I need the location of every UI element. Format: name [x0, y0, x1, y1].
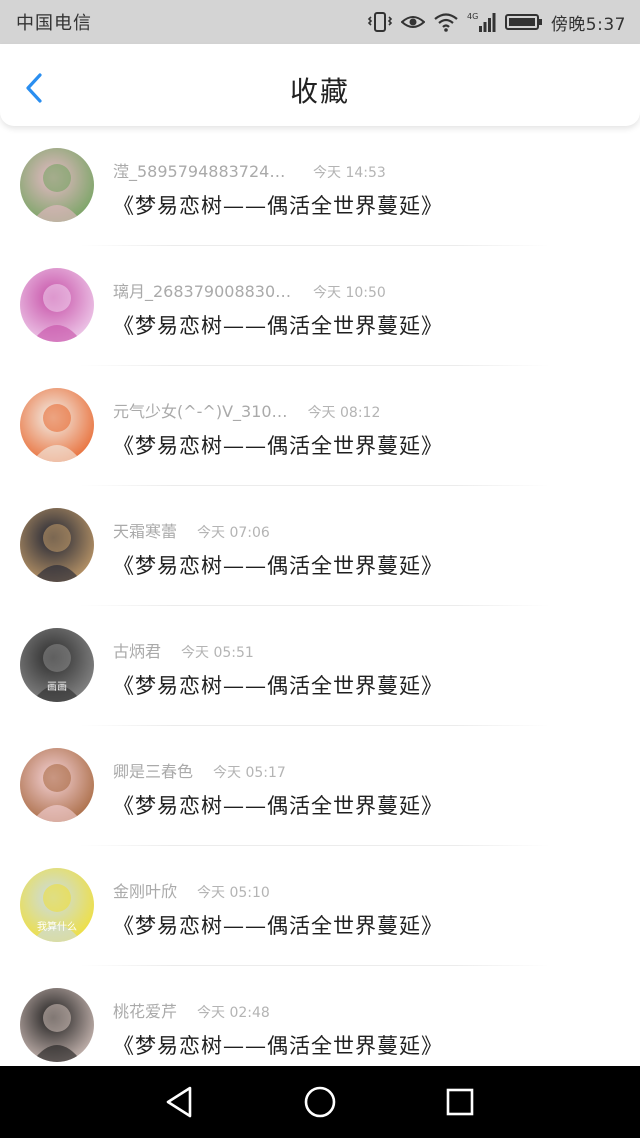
- page-title: 收藏: [289, 75, 350, 108]
- avatar-caption: 我算什么: [37, 920, 77, 933]
- username[interactable]: 古炳君: [113, 638, 161, 662]
- timestamp: 今天 05:51: [181, 645, 254, 661]
- favorite-item[interactable]: 画画 古炳君 今天 05:51 《梦易恋树——偶活全世界蔓延》: [0, 606, 640, 726]
- timestamp: 今天 10:50: [313, 285, 386, 301]
- timestamp: 今天 14:53: [313, 165, 386, 181]
- item-meta: 古炳君 今天 05:51: [113, 638, 254, 662]
- system-nav-bar: [0, 1066, 640, 1138]
- favorite-item[interactable]: 卿是三春色 今天 05:17 《梦易恋树——偶活全世界蔓延》: [0, 726, 640, 846]
- username[interactable]: 卿是三春色: [113, 758, 193, 782]
- favorite-title[interactable]: 《梦易恋树——偶活全世界蔓延》: [113, 790, 443, 820]
- favorite-item[interactable]: 滢_5895794883724999​56 今天 14:53 《梦易恋树——偶活全世…: [0, 126, 640, 246]
- recent-square-icon: [446, 1088, 474, 1116]
- username[interactable]: 璃月_26837900883090626: [113, 278, 293, 302]
- carrier-label: 中国电信: [16, 13, 92, 34]
- timestamp: 今天 02:48: [197, 1005, 270, 1021]
- network-type-label: 4G: [467, 12, 478, 21]
- username[interactable]: 元气少女(^-^)V_310…: [113, 398, 288, 422]
- user-avatar[interactable]: [20, 988, 94, 1062]
- status-bar: 中国电信 4G 傍晚5:37: [0, 0, 640, 44]
- nav-home-button[interactable]: [290, 1072, 350, 1132]
- item-meta: 滢_5895794883724999​56 今天 14:53: [113, 158, 386, 182]
- nav-recent-button[interactable]: [430, 1072, 490, 1132]
- vibrate-icon: [367, 11, 393, 33]
- status-time: 傍晚5:37: [550, 14, 626, 35]
- user-avatar[interactable]: [20, 508, 94, 582]
- username[interactable]: 桃花爱芹: [113, 998, 177, 1022]
- favorite-title[interactable]: 《梦易恋树——偶活全世界蔓延》: [113, 310, 443, 340]
- user-avatar[interactable]: 画画: [20, 628, 94, 702]
- favorite-item[interactable]: 天霜寒蕾 今天 07:06 《梦易恋树——偶活全世界蔓延》: [0, 486, 640, 606]
- battery-icon: [504, 12, 543, 32]
- user-avatar[interactable]: [20, 388, 94, 462]
- user-avatar[interactable]: [20, 148, 94, 222]
- username[interactable]: 滢_5895794883724999​56: [113, 158, 293, 182]
- item-meta: 桃花爱芹 今天 02:48: [113, 998, 270, 1022]
- favorite-item[interactable]: 璃月_26837900883090626 今天 10:50 《梦易恋树——偶活全世界…: [0, 246, 640, 366]
- timestamp: 今天 05:17: [213, 765, 286, 781]
- back-triangle-icon: [166, 1086, 192, 1118]
- favorite-title[interactable]: 《梦易恋树——偶活全世界蔓延》: [113, 550, 443, 580]
- favorite-item[interactable]: 桃花爱芹 今天 02:48 《梦易恋树——偶活全世界蔓延》: [0, 966, 640, 1066]
- favorite-title[interactable]: 《梦易恋树——偶活全世界蔓延》: [113, 190, 443, 220]
- item-meta: 元气少女(^-^)V_310… 今天 08:12: [113, 398, 380, 422]
- status-icons: 4G 傍晚5:37: [367, 10, 626, 35]
- timestamp: 今天 07:06: [197, 525, 270, 541]
- item-meta: 璃月_26837900883090626 今天 10:50: [113, 278, 386, 302]
- item-meta: 金刚叶欣 今天 05:10: [113, 878, 270, 902]
- wifi-icon: [433, 12, 459, 32]
- user-avatar[interactable]: 我算什么: [20, 868, 94, 942]
- timestamp: 今天 05:10: [197, 885, 270, 901]
- favorite-item[interactable]: 我算什么 金刚叶欣 今天 05:10 《梦易恋树——偶活全世界蔓延》: [0, 846, 640, 966]
- username[interactable]: 金刚叶欣: [113, 878, 177, 902]
- nav-header: 收藏: [0, 44, 640, 126]
- user-avatar[interactable]: [20, 268, 94, 342]
- favorite-item[interactable]: 元气少女(^-^)V_310… 今天 08:12 《梦易恋树——偶活全世界蔓延》: [0, 366, 640, 486]
- favorite-title[interactable]: 《梦易恋树——偶活全世界蔓延》: [113, 430, 443, 460]
- item-meta: 卿是三春色 今天 05:17: [113, 758, 286, 782]
- user-avatar[interactable]: [20, 748, 94, 822]
- home-circle-icon: [304, 1086, 336, 1118]
- favorite-title[interactable]: 《梦易恋树——偶活全世界蔓延》: [113, 1030, 443, 1060]
- timestamp: 今天 08:12: [307, 405, 381, 421]
- item-meta: 天霜寒蕾 今天 07:06: [113, 518, 270, 542]
- favorite-title[interactable]: 《梦易恋树——偶活全世界蔓延》: [113, 910, 443, 940]
- eye-icon: [400, 13, 425, 31]
- favorite-title[interactable]: 《梦易恋树——偶活全世界蔓延》: [113, 670, 443, 700]
- username[interactable]: 天霜寒蕾: [113, 518, 177, 542]
- signal-icon: 4G: [467, 11, 497, 33]
- favorites-list: 滢_5895794883724999​56 今天 14:53 《梦易恋树——偶活全世…: [0, 126, 640, 1066]
- nav-back-button[interactable]: [150, 1072, 210, 1132]
- avatar-caption: 画画: [47, 682, 67, 693]
